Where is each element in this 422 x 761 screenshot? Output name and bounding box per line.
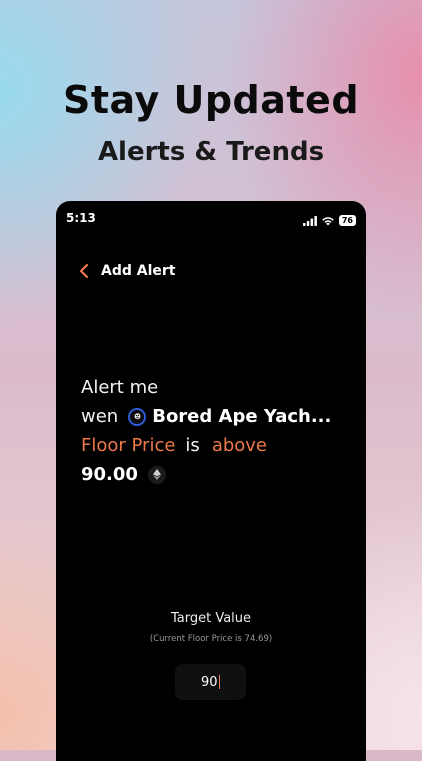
alert-intro-text: Alert me — [81, 377, 159, 398]
target-value-label: Target Value — [170, 611, 252, 626]
battery-icon: 76 — [338, 215, 356, 226]
back-button[interactable] — [72, 261, 96, 285]
collection-logo-icon — [128, 407, 147, 426]
promo-subheadline: Alerts & Trends — [97, 137, 325, 167]
text-caret — [218, 675, 221, 689]
page-title: Add Alert — [101, 263, 176, 279]
promo-headline: Stay Updated — [62, 78, 360, 122]
alert-prefix-text: wen — [81, 406, 119, 427]
status-icons: 76 — [302, 211, 356, 230]
status-time: 5:13 — [66, 211, 96, 225]
alert-line-4: 90.00 — [81, 460, 356, 489]
alert-line-2: wen Bored Ape Yach... — [81, 402, 356, 431]
collection-selector[interactable]: Bored Ape Yach... — [152, 406, 331, 427]
wifi-icon — [321, 211, 335, 230]
alert-value-text: 90.00 — [81, 464, 138, 485]
target-value-display[interactable]: 90 — [200, 674, 221, 690]
target-value-field[interactable]: 90 — [175, 664, 246, 700]
condition-selector[interactable]: above — [212, 435, 267, 456]
phone-screen: 5:13 76 Add Alert Alert me wen Bored Ape… — [56, 201, 366, 761]
alert-line-3: Floor Price is above — [81, 431, 356, 460]
status-bar: 5:13 76 — [56, 201, 366, 235]
chevron-left-icon — [78, 263, 90, 283]
ethereum-icon — [147, 465, 166, 484]
cellular-signal-icon — [302, 211, 317, 230]
metric-selector[interactable]: Floor Price — [81, 435, 175, 456]
alert-sentence: Alert me wen Bored Ape Yach... Floor Pri… — [81, 373, 356, 489]
alert-line-1: Alert me — [81, 373, 356, 402]
target-value-text: 90 — [200, 674, 218, 690]
nav-bar: Add Alert — [56, 261, 366, 285]
current-floor-hint: (Current Floor Price is 74.69) — [149, 634, 273, 644]
alert-connector-text: is — [185, 435, 200, 456]
